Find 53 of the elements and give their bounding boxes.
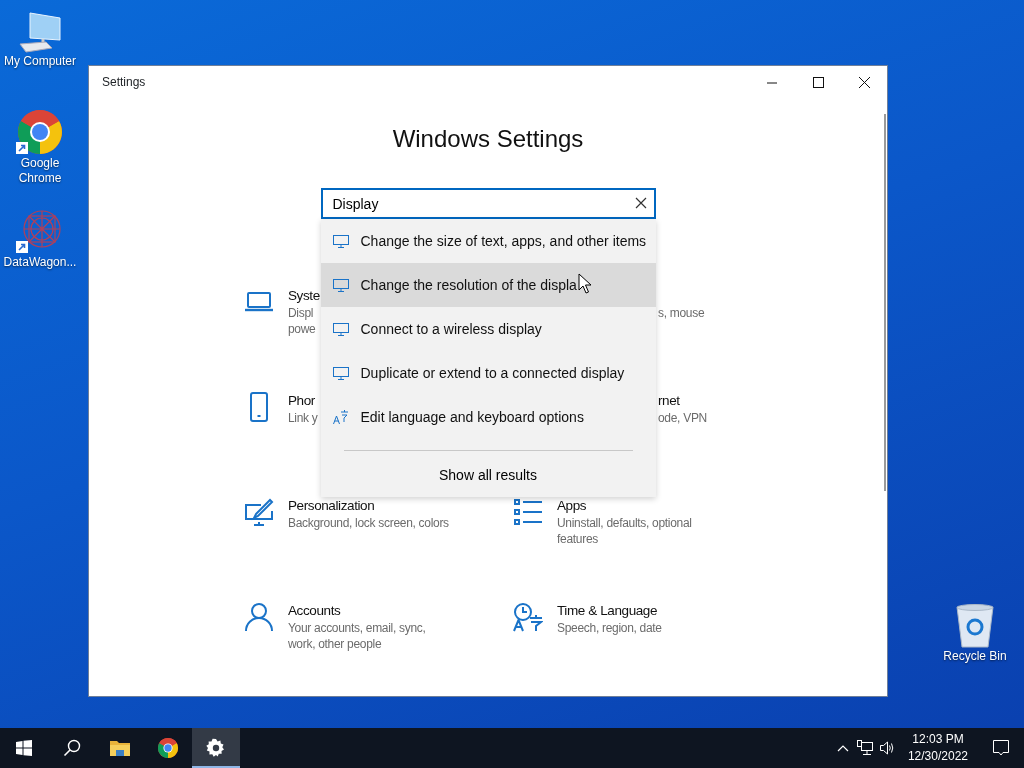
suggestion-item[interactable]: Duplicate or extend to a connected display (320, 351, 656, 395)
category-description: ode, VPN (658, 410, 707, 426)
close-icon[interactable] (858, 76, 870, 88)
window-title: Settings (101, 74, 147, 91)
computer-icon[interactable] (16, 10, 64, 54)
category-title[interactable]: Syste (288, 287, 320, 305)
category-description: features (557, 531, 599, 547)
monitor-icon (332, 366, 349, 380)
category-description: work, other people (288, 636, 383, 652)
category-title[interactable]: rnet (658, 392, 707, 410)
page-heading: Windows Settings (391, 124, 585, 154)
category-description: Link y (288, 410, 318, 426)
language-icon (332, 409, 349, 425)
category-title[interactable]: Apps (557, 497, 692, 515)
monitor-icon (332, 234, 349, 248)
clock-language-icon[interactable] (513, 602, 543, 632)
chrome-logo-icon[interactable] (16, 108, 64, 156)
mesh-pattern-icon[interactable] (16, 207, 64, 255)
recycle-bin-icon[interactable] (954, 603, 996, 649)
category-title[interactable]: Accounts (288, 602, 426, 620)
category-description: Displ (288, 305, 315, 321)
category-title[interactable]: Personalization (288, 497, 449, 515)
category-description: powe (288, 321, 317, 337)
clear-icon[interactable] (634, 197, 647, 209)
category-title[interactable]: Phor (288, 392, 318, 410)
category-description: Your accounts, email, sync, (288, 620, 426, 636)
cursor-icon (577, 272, 592, 295)
icon-label[interactable]: My Computer (4, 54, 76, 69)
clock-time: 12:03 PM (911, 731, 965, 748)
show-all-results-link[interactable]: Show all results (432, 463, 543, 488)
suggestion-item[interactable]: Connect to a wireless display (320, 307, 656, 351)
icon-label[interactable]: DataWagon... (3, 255, 77, 270)
category-description: Uninstall, defaults, optional (557, 515, 692, 531)
monitor-icon (332, 322, 349, 336)
scrollbar[interactable] (884, 114, 886, 491)
maximize-icon[interactable] (812, 76, 824, 88)
category-title[interactable]: Time & Language (557, 602, 662, 620)
category-description: Background, lock screen, colors (288, 515, 449, 531)
monitor-brush-icon[interactable] (244, 497, 274, 527)
search-field[interactable]: Display (320, 188, 656, 219)
icon-label[interactable]: Recycle Bin (943, 649, 1007, 664)
gear-icon[interactable] (192, 728, 240, 768)
clock[interactable]: 12:03 PM 12/30/2022 (897, 731, 978, 765)
person-icon[interactable] (244, 602, 274, 632)
app-list-icon[interactable] (513, 497, 543, 527)
monitor-icon (332, 278, 349, 292)
clock-date: 12/30/2022 (907, 748, 968, 765)
category-description: Speech, region, date (557, 620, 662, 636)
suggestion-item[interactable]: Change the size of text, apps, and other items (320, 219, 656, 263)
suggestion-item[interactable]: Change the resolution of the displa (320, 263, 656, 307)
category-description: s, mouse (658, 305, 705, 321)
suggestion-item[interactable]: Edit language and keyboard options (320, 395, 656, 439)
icon-label[interactable]: Google Chrome (0, 156, 80, 186)
